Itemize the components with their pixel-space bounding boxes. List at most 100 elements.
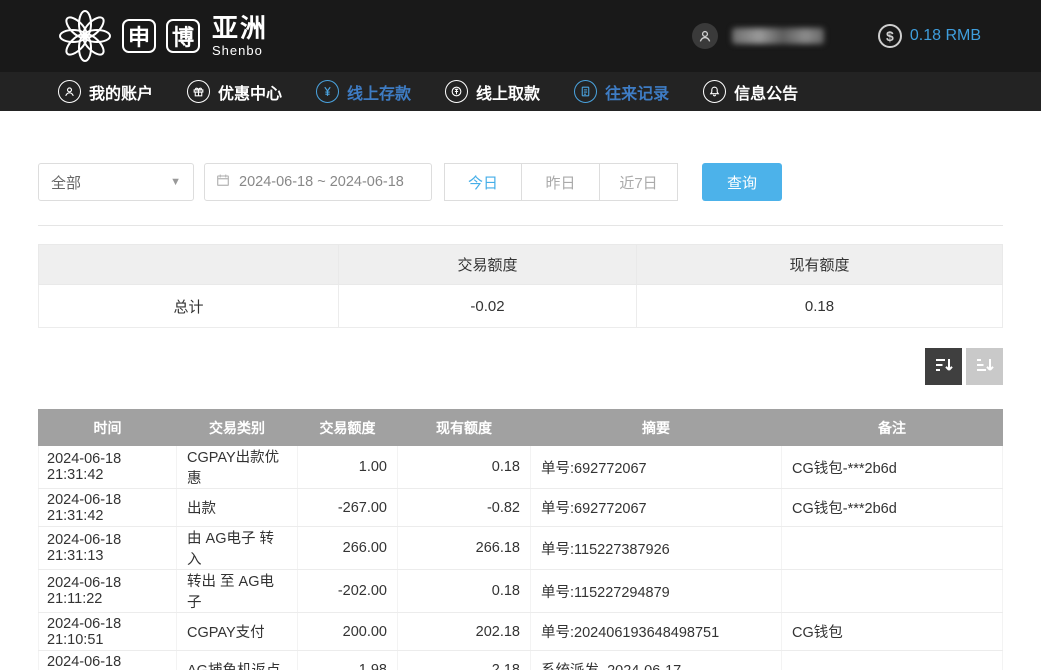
user-icon <box>58 80 81 103</box>
date-range-value: 2024-06-18 ~ 2024-06-18 <box>239 174 404 190</box>
username-redacted <box>732 28 824 44</box>
nav-label: 优惠中心 <box>218 80 282 104</box>
calendar-icon <box>215 172 231 192</box>
cell-type: AG捕鱼机返点 <box>177 651 298 670</box>
cell-time: 2024-06-18 02:02:03 <box>39 651 177 670</box>
col-header-amount: 交易额度 <box>298 410 398 446</box>
avatar-icon <box>692 23 718 49</box>
cell-remark: CG钱包-***2b6d <box>782 446 1003 489</box>
cell-type: 转出 至 AG电子 <box>177 570 298 613</box>
table-row: 2024-06-18 21:10:51 CGPAY支付 200.00 202.1… <box>39 613 1003 651</box>
section-divider <box>38 225 1003 226</box>
table-row: 2024-06-18 21:31:13 由 AG电子 转入 266.00 266… <box>39 527 1003 570</box>
sort-controls <box>38 348 1003 385</box>
account-balance: 0.18 RMB <box>910 27 981 45</box>
cell-balance: 2.18 <box>398 651 531 670</box>
type-select[interactable]: 全部 ▼ <box>38 163 194 201</box>
col-header-summary: 摘要 <box>531 410 782 446</box>
summary-row: 总计 -0.02 0.18 <box>39 285 1003 328</box>
summary-header-balance: 现有额度 <box>637 245 1003 285</box>
cell-time: 2024-06-18 21:11:22 <box>39 570 177 613</box>
top-header: 申 博 亚洲 Shenbo $ 0.18 RMB <box>0 0 1041 72</box>
main-nav: 我的账户 优惠中心 线上存款 线上取款 <box>0 72 1041 111</box>
nav-label: 线上取款 <box>476 80 540 104</box>
cell-summary: 单号:692772067 <box>531 446 782 489</box>
nav-item-my-account[interactable]: 我的账户 <box>58 80 153 104</box>
nav-item-transaction-records[interactable]: 往来记录 <box>574 80 669 104</box>
cell-amount: 1.00 <box>298 446 398 489</box>
withdraw-icon <box>445 80 468 103</box>
cell-time: 2024-06-18 21:31:13 <box>39 527 177 570</box>
cell-type: 由 AG电子 转入 <box>177 527 298 570</box>
cell-amount: -202.00 <box>298 570 398 613</box>
nav-label: 线上存款 <box>347 80 411 104</box>
site-logo: 申 博 亚洲 Shenbo <box>58 9 268 63</box>
quick-yesterday-button[interactable]: 昨日 <box>522 163 600 201</box>
col-header-time: 时间 <box>39 410 177 446</box>
type-select-value: 全部 <box>51 172 81 193</box>
logo-region: 亚洲 <box>212 15 268 41</box>
cell-remark <box>782 527 1003 570</box>
gift-icon <box>187 80 210 103</box>
cell-balance: 202.18 <box>398 613 531 651</box>
col-header-type: 交易类别 <box>177 410 298 446</box>
quick-last7days-button[interactable]: 近7日 <box>600 163 678 201</box>
date-range-input[interactable]: 2024-06-18 ~ 2024-06-18 <box>204 163 432 201</box>
filter-bar: 全部 ▼ 2024-06-18 ~ 2024-06-18 今日 昨日 近7日 查… <box>38 163 1003 201</box>
cell-summary: 单号:115227387926 <box>531 527 782 570</box>
logo-char-bo: 博 <box>166 19 200 53</box>
summary-total-balance: 0.18 <box>637 285 1003 328</box>
cell-time: 2024-06-18 21:31:42 <box>39 489 177 527</box>
nav-item-announcements[interactable]: 信息公告 <box>703 80 798 104</box>
nav-label: 信息公告 <box>734 80 798 104</box>
currency-icon: $ <box>878 24 902 48</box>
query-button[interactable]: 查询 <box>702 163 782 201</box>
user-area: $ 0.18 RMB <box>692 23 981 49</box>
sort-ascending-icon <box>975 355 995 378</box>
sort-ascending-button[interactable] <box>966 348 1003 385</box>
records-table: 时间 交易类别 交易额度 现有额度 摘要 备注 2024-06-18 21:31… <box>38 409 1003 670</box>
deposit-icon <box>316 80 339 103</box>
cell-amount: 1.98 <box>298 651 398 670</box>
cell-remark: CG钱包 <box>782 613 1003 651</box>
cell-summary: 单号:202406193648498751 <box>531 613 782 651</box>
cell-remark: CG钱包-***2b6d <box>782 489 1003 527</box>
quick-today-button[interactable]: 今日 <box>444 163 522 201</box>
nav-item-online-deposit[interactable]: 线上存款 <box>316 80 411 104</box>
cell-balance: 0.18 <box>398 570 531 613</box>
summary-header-empty <box>39 245 339 285</box>
chevron-down-icon: ▼ <box>170 176 181 188</box>
cell-amount: 266.00 <box>298 527 398 570</box>
records-header-row: 时间 交易类别 交易额度 现有额度 摘要 备注 <box>39 410 1003 446</box>
flower-logo-icon <box>58 9 112 63</box>
summary-table: 交易额度 现有额度 总计 -0.02 0.18 <box>38 244 1003 328</box>
sort-descending-icon <box>934 355 954 378</box>
cell-type: CGPAY出款优惠 <box>177 446 298 489</box>
logo-char-shen: 申 <box>122 19 156 53</box>
cell-remark <box>782 651 1003 670</box>
table-row: 2024-06-18 21:31:42 CGPAY出款优惠 1.00 0.18 … <box>39 446 1003 489</box>
page-content: 全部 ▼ 2024-06-18 ~ 2024-06-18 今日 昨日 近7日 查… <box>0 163 1041 670</box>
logo-subtitle: Shenbo <box>212 44 268 57</box>
cell-time: 2024-06-18 21:10:51 <box>39 613 177 651</box>
cell-summary: 单号:692772067 <box>531 489 782 527</box>
records-icon <box>574 80 597 103</box>
quick-date-group: 今日 昨日 近7日 <box>444 163 678 201</box>
cell-balance: -0.82 <box>398 489 531 527</box>
table-row: 2024-06-18 21:31:42 出款 -267.00 -0.82 单号:… <box>39 489 1003 527</box>
cell-time: 2024-06-18 21:31:42 <box>39 446 177 489</box>
col-header-remark: 备注 <box>782 410 1003 446</box>
cell-summary: 系统派发_2024-06-17 <box>531 651 782 670</box>
cell-balance: 0.18 <box>398 446 531 489</box>
cell-type: CGPAY支付 <box>177 613 298 651</box>
summary-header-amount: 交易额度 <box>339 245 637 285</box>
cell-remark <box>782 570 1003 613</box>
cell-amount: 200.00 <box>298 613 398 651</box>
nav-label: 我的账户 <box>89 80 153 104</box>
cell-balance: 266.18 <box>398 527 531 570</box>
cell-amount: -267.00 <box>298 489 398 527</box>
sort-descending-button[interactable] <box>925 348 962 385</box>
nav-item-promo-center[interactable]: 优惠中心 <box>187 80 282 104</box>
summary-total-amount: -0.02 <box>339 285 637 328</box>
nav-item-online-withdraw[interactable]: 线上取款 <box>445 80 540 104</box>
